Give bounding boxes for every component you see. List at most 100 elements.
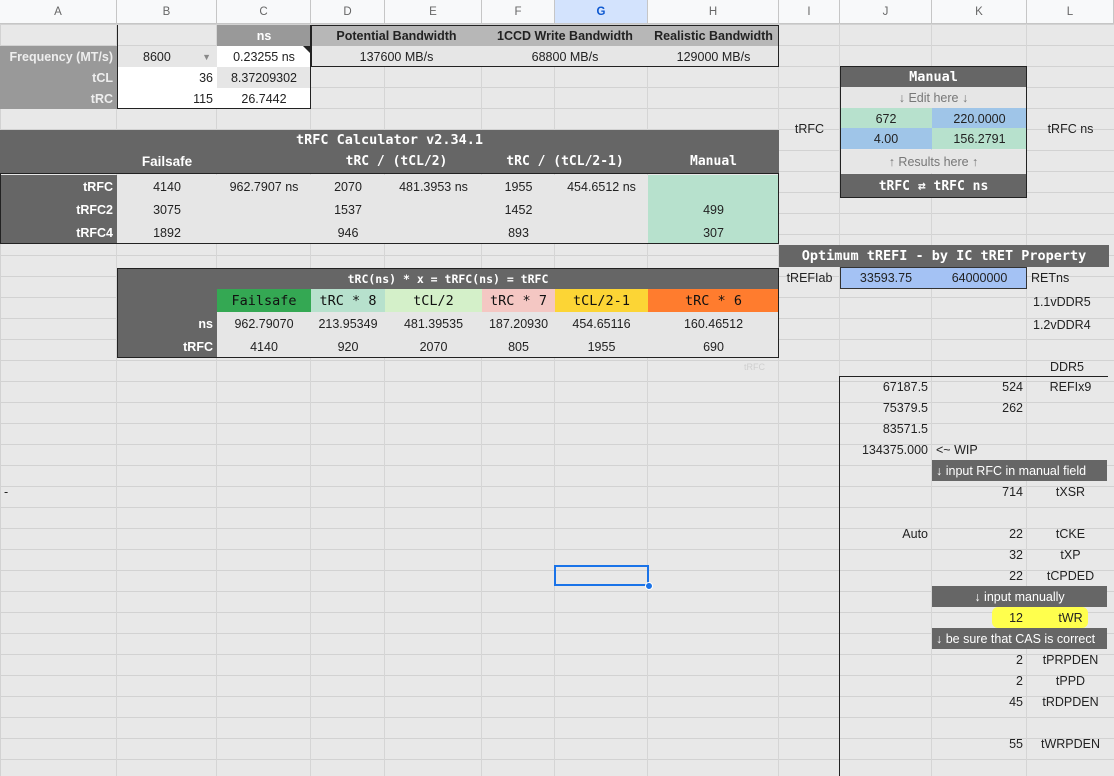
formula-ns-value[interactable]: 962.79070 xyxy=(217,312,311,335)
calc-trfc2-v2-ns[interactable] xyxy=(555,198,648,221)
manual-trfc-result[interactable]: 4.00 xyxy=(840,128,932,149)
refi-value-2[interactable]: 524 xyxy=(932,376,1027,397)
trefi-title: Optimum tREFI - by IC tRET Property xyxy=(779,245,1109,267)
calc-trfc-v1[interactable]: 2070 xyxy=(311,175,385,198)
fill-handle[interactable] xyxy=(645,582,653,590)
col-header-a[interactable]: A xyxy=(0,0,117,24)
txp-value[interactable]: 32 xyxy=(932,544,1027,565)
calc-trfc-v2[interactable]: 1955 xyxy=(482,175,555,198)
formula-trfc-value[interactable]: 920 xyxy=(311,335,385,358)
formula-title: tRC(ns) * x = tRFC(ns) = tRFC xyxy=(117,268,779,289)
calc-trfc2-failsafe-ns[interactable] xyxy=(217,198,311,221)
col-header-j[interactable]: J xyxy=(840,0,932,24)
calc-trfc2-v1[interactable]: 1537 xyxy=(311,198,385,221)
trdpden-value[interactable]: 45 xyxy=(932,691,1027,712)
faint-label: tRFC xyxy=(744,362,765,372)
tppd-label: tPPD xyxy=(1055,673,1086,688)
col-header-l[interactable]: L xyxy=(1027,0,1114,24)
calc-trfc4-manual[interactable]: 307 xyxy=(648,221,779,244)
calc-trfc2-failsafe[interactable]: 3075 xyxy=(117,198,217,221)
calc-trfc-v2-ns[interactable]: 454.6512 ns xyxy=(555,175,648,198)
selected-cell[interactable] xyxy=(554,565,649,586)
manual-trfc-ns-result[interactable]: 220.0000 xyxy=(932,108,1027,129)
potential-bandwidth-header[interactable]: Potential Bandwidth xyxy=(311,25,482,46)
refi-value-6[interactable]: 134375.000 xyxy=(840,439,932,460)
tcl-ns[interactable]: 8.37209302 xyxy=(217,67,311,88)
refix9-label: REFIx9 xyxy=(1049,379,1092,394)
ddr5-label: DDR5 xyxy=(1027,357,1107,377)
txsr-value[interactable]: 714 xyxy=(932,481,1027,502)
calc-trfc2-v2[interactable]: 1452 xyxy=(482,198,555,221)
formula-header-failsafe[interactable]: Failsafe xyxy=(217,289,311,312)
formula-trfc-value[interactable]: 690 xyxy=(648,335,779,358)
manual-trfc-ns-input[interactable]: 156.2791 xyxy=(932,128,1027,149)
twrpden-value[interactable]: 55 xyxy=(932,733,1027,754)
tprpden-value[interactable]: 2 xyxy=(932,649,1027,670)
ns-header[interactable]: ns xyxy=(217,25,311,46)
formula-trfc-value[interactable]: 1955 xyxy=(555,335,648,358)
col-header-i[interactable]: I xyxy=(779,0,840,24)
calc-trfc4-v2-ns[interactable] xyxy=(555,221,648,244)
realistic-bandwidth-value[interactable]: 129000 MB/s xyxy=(648,46,779,67)
manual-trfc-input[interactable]: 672 xyxy=(840,108,932,129)
col-header-d[interactable]: D xyxy=(311,0,385,24)
trc-value[interactable]: 115 xyxy=(117,88,217,109)
calc-trfc-manual[interactable] xyxy=(648,175,779,198)
formula-ns-value[interactable]: 454.65116 xyxy=(555,312,648,335)
trc-ns[interactable]: 26.7442 xyxy=(217,88,311,109)
formula-ns-value[interactable]: 213.95349 xyxy=(311,312,385,335)
refi-value-5[interactable]: 83571.5 xyxy=(840,418,932,439)
twr-value[interactable]: 12 xyxy=(932,607,1027,628)
calc-trfc4-v1-ns[interactable] xyxy=(385,221,482,244)
calc-trfc4-v1[interactable]: 946 xyxy=(311,221,385,244)
formula-header-tcl2-1[interactable]: tCL/2-1 xyxy=(555,289,648,312)
calc-trfc4-v2[interactable]: 893 xyxy=(482,221,555,244)
refi-value-1[interactable]: 67187.5 xyxy=(840,376,932,397)
calc-trfc-failsafe-ns[interactable]: 962.7907 ns xyxy=(217,175,311,198)
calc-trfc-v1-ns[interactable]: 481.3953 ns xyxy=(385,175,482,198)
potential-bandwidth-value[interactable]: 137600 MB/s xyxy=(311,46,482,67)
tcpded-value[interactable]: 22 xyxy=(932,565,1027,586)
formula-header-trc6[interactable]: tRC * 6 xyxy=(648,289,779,312)
formula-header-trc8[interactable]: tRC * 8 xyxy=(311,289,385,312)
formula-ns-value[interactable]: 481.39535 xyxy=(385,312,482,335)
calc-trfc-failsafe[interactable]: 4140 xyxy=(117,175,217,198)
tprpden-label: tPRPDEN xyxy=(1042,652,1099,667)
spreadsheet-grid[interactable]: A B C D E F G H I J K L ns Potential Ban… xyxy=(0,0,1114,776)
formula-header-tcl2[interactable]: tCL/2 xyxy=(385,289,482,312)
tcke-value[interactable]: 22 xyxy=(932,523,1027,544)
refi-value-4[interactable]: 262 xyxy=(932,397,1027,418)
ccd-write-bandwidth-value[interactable]: 68800 MB/s xyxy=(482,46,648,67)
formula-ns-value[interactable]: 160.46512 xyxy=(648,312,779,335)
refi-value-3[interactable]: 75379.5 xyxy=(840,397,932,418)
formula-ns-value[interactable]: 187.20930 xyxy=(482,312,555,335)
frequency-dropdown[interactable]: 8600 ▼ xyxy=(117,46,217,67)
calc-trfc4-failsafe[interactable]: 1892 xyxy=(117,221,217,244)
col-header-h[interactable]: H xyxy=(648,0,779,24)
txsr-label: tXSR xyxy=(1055,484,1086,499)
formula-trfc-value[interactable]: 4140 xyxy=(217,335,311,358)
tppd-value[interactable]: 2 xyxy=(932,670,1027,691)
calc-trfc2-v1-ns[interactable] xyxy=(385,198,482,221)
col-header-f[interactable]: F xyxy=(482,0,555,24)
comment-marker-icon[interactable] xyxy=(303,46,310,53)
frequency-ns[interactable]: 0.23255 ns xyxy=(217,46,311,67)
calc-trfc4-failsafe-ns[interactable] xyxy=(217,221,311,244)
ccd-write-bandwidth-header[interactable]: 1CCD Write Bandwidth xyxy=(482,25,648,46)
col-header-e[interactable]: E xyxy=(385,0,482,24)
formula-trfc-value[interactable]: 805 xyxy=(482,335,555,358)
col-header-g[interactable]: G xyxy=(555,0,648,24)
v12-label: 1.2vDDR4 xyxy=(1033,317,1091,332)
trefiab-value[interactable]: 33593.75 xyxy=(840,267,932,289)
col-header-b[interactable]: B xyxy=(117,0,217,24)
calc-trfc2-manual[interactable]: 499 xyxy=(648,198,779,221)
formula-trfc-value[interactable]: 2070 xyxy=(385,335,482,358)
col-header-c[interactable]: C xyxy=(217,0,311,24)
col-header-k[interactable]: K xyxy=(932,0,1027,24)
formula-header-trc7[interactable]: tRC * 7 xyxy=(482,289,555,312)
auto-label: Auto xyxy=(902,526,928,541)
manual-title: Manual xyxy=(840,66,1027,87)
tcl-value[interactable]: 36 xyxy=(117,67,217,88)
realistic-bandwidth-header[interactable]: Realistic Bandwidth xyxy=(648,25,779,46)
tret-value[interactable]: 64000000 xyxy=(932,267,1027,289)
